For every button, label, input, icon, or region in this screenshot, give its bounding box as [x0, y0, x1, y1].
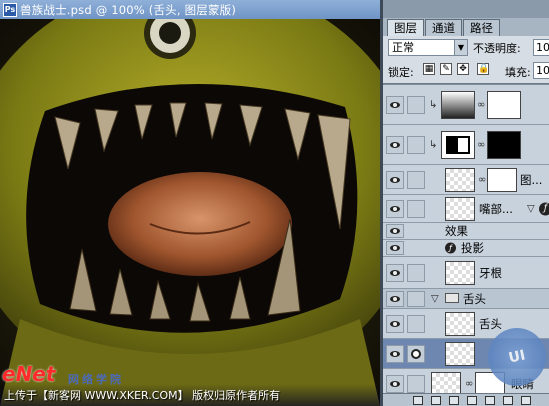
visibility-eye-icon[interactable]	[386, 344, 404, 363]
new-group-icon[interactable]	[485, 395, 495, 405]
layer-thumbnail	[445, 260, 475, 285]
photoshop-doc-icon: Ps	[3, 2, 17, 17]
visibility-eye-icon[interactable]	[386, 170, 404, 189]
visibility-eye-icon[interactable]	[386, 263, 404, 282]
effect-row[interactable]: ƒ 投影	[383, 240, 549, 257]
photoshop-workspace: Ps 兽族战士.psd @ 100% (舌头, 图层蒙版) 网络学院 eNet …	[0, 0, 549, 406]
effects-row[interactable]: 效果	[383, 223, 549, 240]
palette-title-bar[interactable]	[383, 0, 549, 18]
clip-arrow-icon: ↳	[429, 139, 438, 150]
layer-link-box[interactable]	[407, 199, 425, 218]
layer-mask-thumbnail[interactable]	[487, 90, 521, 119]
document-title-bar[interactable]: Ps 兽族战士.psd @ 100% (舌头, 图层蒙版)	[0, 0, 380, 19]
layer-thumbnail	[445, 167, 475, 192]
chain-link-icon[interactable]: ∞	[465, 378, 473, 389]
chain-link-icon[interactable]: ∞	[478, 174, 486, 185]
folder-icon	[445, 293, 459, 303]
layer-link-box[interactable]	[407, 95, 425, 114]
layer-name: 图...	[520, 172, 543, 187]
layer-link-box[interactable]	[407, 374, 425, 393]
layer-thumbnail	[445, 196, 475, 221]
layer-link-box[interactable]	[407, 290, 425, 307]
layer-group-row[interactable]: ▽ 舌头	[383, 289, 549, 309]
layer-mask-thumbnail[interactable]	[487, 130, 521, 159]
group-name: 舌头	[463, 291, 486, 306]
layer-mask-indicator-icon[interactable]	[407, 344, 425, 363]
layer-thumbnail	[431, 371, 461, 393]
visibility-eye-icon[interactable]	[386, 224, 404, 238]
lock-brush-icon[interactable]: ✎	[440, 63, 452, 75]
fx-icon[interactable]: ƒ	[539, 202, 549, 215]
fill-input[interactable]: 100	[533, 62, 549, 79]
watermark-bar: 网络学院 eNet 上传于【新客网 WWW.XKER.COM】 版权归原作者所有	[0, 362, 380, 406]
stamp-text: UI	[507, 347, 527, 367]
visibility-eye-icon[interactable]	[386, 314, 404, 333]
layer-name: 舌头	[479, 316, 502, 331]
enet-logo: eNet	[2, 362, 56, 386]
visibility-eye-icon[interactable]	[386, 241, 404, 255]
palette-tabs: 图层 通道 路径	[383, 18, 549, 36]
visibility-eye-icon[interactable]	[386, 135, 404, 154]
effect-name: 投影	[461, 241, 484, 255]
tab-paths[interactable]: 路径	[463, 19, 500, 36]
effects-label: 效果	[445, 224, 468, 238]
layer-name: 嘴部...	[479, 201, 513, 216]
watermark-credit: 上传于【新客网 WWW.XKER.COM】 版权归原作者所有	[4, 389, 281, 402]
add-style-icon[interactable]	[431, 395, 441, 405]
layer-options: 正常 ▼ 不透明度: 100 锁定: ▦ ✎ ✥ 🔒 填充: 100	[383, 36, 549, 84]
chevron-down-icon[interactable]: ▼	[454, 40, 467, 55]
layer-row[interactable]: ↳ ∞	[383, 125, 549, 165]
new-adjustment-icon[interactable]	[467, 395, 477, 405]
layer-thumbnail	[445, 311, 475, 336]
layer-mask-thumbnail[interactable]	[487, 167, 517, 192]
chain-link-icon[interactable]: ∞	[477, 139, 485, 150]
layer-thumbnail	[441, 90, 475, 119]
palette-bottom-toolbar	[383, 393, 549, 406]
clip-arrow-icon: ↳	[429, 99, 438, 110]
visibility-eye-icon[interactable]	[386, 95, 404, 114]
trash-icon[interactable]	[521, 395, 531, 405]
group-expand-triangle-icon[interactable]: ▽	[431, 293, 439, 304]
blend-mode-select[interactable]: 正常 ▼	[388, 39, 468, 56]
visibility-eye-icon[interactable]	[386, 374, 404, 393]
watermark-site-text: 网络学院	[68, 373, 124, 386]
layer-link-box[interactable]	[407, 170, 425, 189]
fill-label: 填充:	[505, 66, 531, 79]
tab-layers[interactable]: 图层	[387, 19, 424, 36]
document-title: 兽族战士.psd @ 100% (舌头, 图层蒙版)	[20, 2, 237, 17]
layer-thumbnail	[445, 341, 475, 366]
layer-link-box[interactable]	[407, 263, 425, 282]
lock-all-icon[interactable]: 🔒	[477, 63, 489, 75]
monster-mouth-artwork[interactable]	[0, 19, 380, 406]
tab-channels[interactable]: 通道	[425, 19, 462, 36]
blend-mode-value: 正常	[392, 41, 414, 54]
chain-link-icon[interactable]: ∞	[477, 99, 485, 110]
visibility-eye-icon[interactable]	[386, 199, 404, 218]
layer-link-box[interactable]	[407, 314, 425, 333]
document-window: Ps 兽族战士.psd @ 100% (舌头, 图层蒙版) 网络学院 eNet …	[0, 0, 380, 406]
lock-label: 锁定:	[388, 66, 414, 79]
layer-row[interactable]: ∞ 图...	[383, 165, 549, 195]
expand-effects-triangle-icon[interactable]: ▽	[527, 203, 535, 214]
visibility-eye-icon[interactable]	[386, 290, 404, 307]
opacity-label: 不透明度:	[473, 42, 521, 55]
fx-icon: ƒ	[445, 242, 456, 254]
add-mask-icon[interactable]	[449, 395, 459, 405]
layer-row[interactable]: 牙根	[383, 257, 549, 289]
layer-row[interactable]: ↳ ∞	[383, 85, 549, 125]
levels-adjustment-icon	[441, 130, 475, 159]
opacity-input[interactable]: 100	[533, 39, 549, 56]
layer-link-box[interactable]	[407, 135, 425, 154]
layer-row[interactable]: 嘴部... ▽ ƒ	[383, 195, 549, 223]
layer-name: 牙根	[479, 265, 502, 280]
lock-move-icon[interactable]: ✥	[457, 63, 469, 75]
lock-transparent-icon[interactable]: ▦	[423, 63, 435, 75]
link-layers-icon[interactable]	[413, 395, 423, 405]
new-layer-icon[interactable]	[503, 395, 513, 405]
